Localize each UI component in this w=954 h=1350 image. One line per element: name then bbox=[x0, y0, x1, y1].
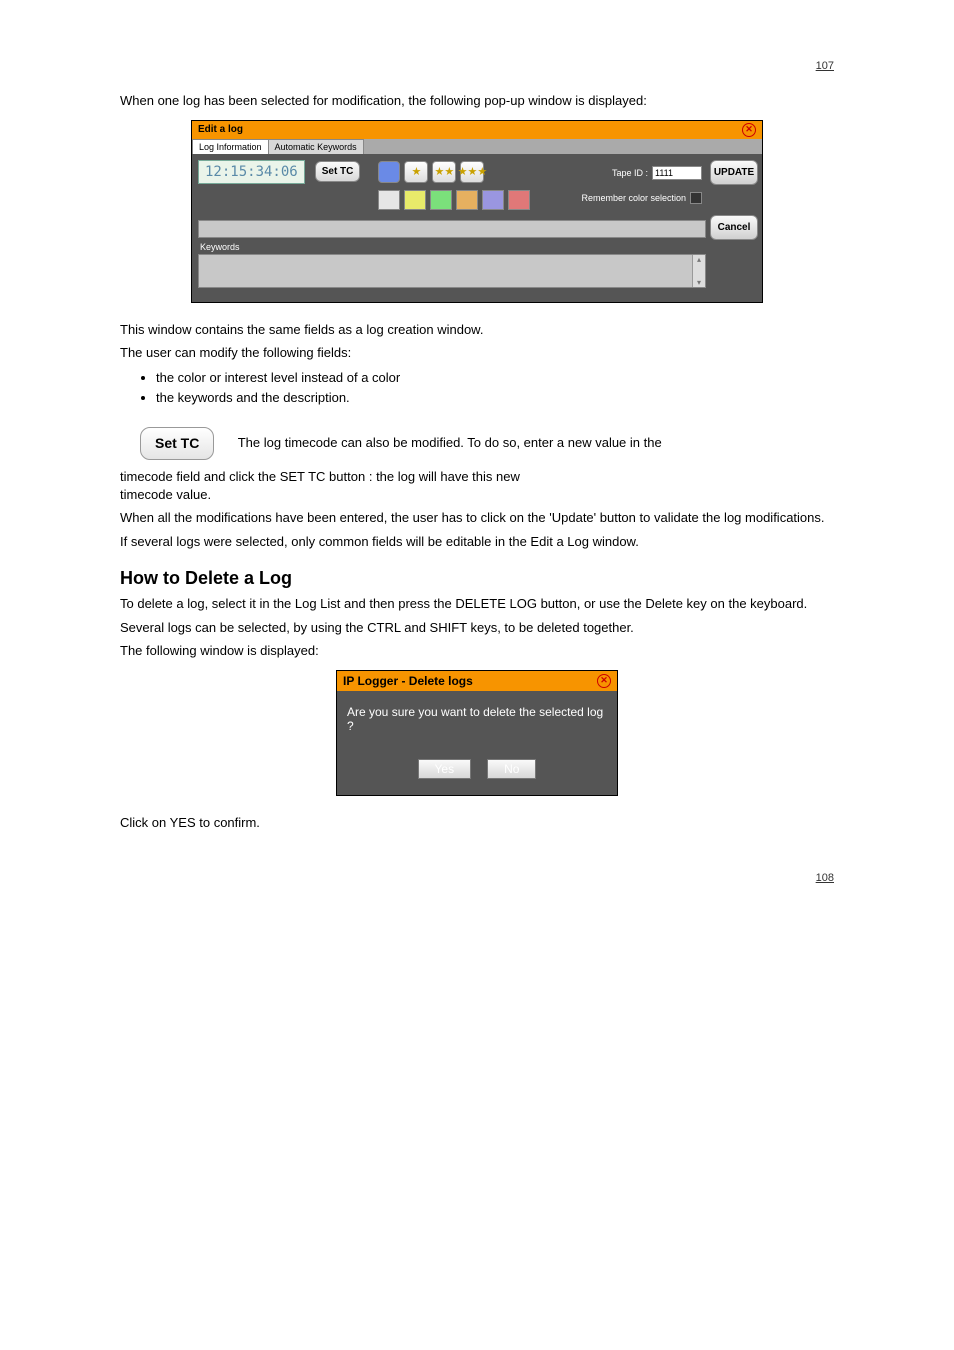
color-swatch[interactable] bbox=[430, 190, 452, 210]
tape-id-input[interactable] bbox=[652, 166, 702, 180]
keywords-label: Keywords bbox=[200, 242, 240, 252]
body-text: : the log will have this new bbox=[369, 469, 520, 484]
body-text: The user can modify the following fields… bbox=[120, 344, 834, 362]
tab-automatic-keywords[interactable]: Automatic Keywords bbox=[268, 139, 364, 154]
description-input[interactable] bbox=[198, 220, 706, 238]
update-button[interactable]: UPDATE bbox=[710, 160, 758, 185]
interest-2-star-icon[interactable]: ★★ bbox=[432, 161, 456, 183]
interest-1-star-icon[interactable]: ★ bbox=[404, 161, 428, 183]
heading-delete: How to Delete a Log bbox=[120, 568, 834, 589]
body-text: Several logs can be selected, by using t… bbox=[120, 619, 834, 637]
dialog-title: IP Logger - Delete logs bbox=[343, 674, 473, 688]
window-title: Edit a log bbox=[198, 124, 243, 135]
keywords-textarea[interactable]: ▴▾ bbox=[198, 254, 706, 288]
window-titlebar: Edit a log ✕ bbox=[192, 121, 762, 139]
settc-paragraph: Set TC The log timecode can also be modi… bbox=[120, 419, 834, 503]
close-icon[interactable]: ✕ bbox=[742, 123, 756, 137]
remember-checkbox[interactable] bbox=[690, 192, 702, 204]
close-icon[interactable]: ✕ bbox=[597, 674, 611, 688]
tape-id-row: Tape ID : bbox=[612, 166, 702, 180]
no-button[interactable]: No bbox=[487, 759, 536, 779]
scrollbar[interactable]: ▴▾ bbox=[692, 255, 705, 287]
tab-log-information[interactable]: Log Information bbox=[192, 139, 269, 154]
scroll-down-icon[interactable]: ▾ bbox=[697, 278, 701, 287]
list-item: the keywords and the description. bbox=[156, 388, 834, 409]
body-text: The following window is displayed: bbox=[120, 642, 834, 660]
page-number-top: 107 bbox=[120, 60, 834, 72]
dialog-titlebar: IP Logger - Delete logs ✕ bbox=[337, 671, 617, 691]
set-tc-button[interactable]: Set TC bbox=[315, 161, 361, 182]
body-text: If several logs were selected, only comm… bbox=[120, 533, 834, 551]
body-text: This window contains the same fields as … bbox=[120, 321, 834, 339]
tabs: Log Information Automatic Keywords bbox=[192, 139, 762, 154]
bullet-list: the color or interest level instead of a… bbox=[156, 368, 834, 410]
body-text: Click on YES to confirm. bbox=[120, 814, 834, 832]
interest-3-star-icon[interactable]: ★★★ bbox=[460, 161, 484, 183]
body-text: To delete a log, select it in the Log Li… bbox=[120, 595, 834, 613]
color-swatch[interactable] bbox=[378, 190, 400, 210]
color-swatch[interactable] bbox=[456, 190, 478, 210]
body-text: When all the modifications have been ent… bbox=[120, 509, 834, 527]
page-number-bottom: 108 bbox=[120, 872, 834, 884]
timecode-field[interactable]: 12:15:34:06 bbox=[198, 160, 305, 184]
edit-log-window: Edit a log ✕ Log Information Automatic K… bbox=[191, 120, 763, 303]
yes-button[interactable]: Yes bbox=[418, 759, 472, 779]
dialog-message: Are you sure you want to delete the sele… bbox=[347, 705, 607, 733]
body-text: timecode value. bbox=[120, 487, 211, 502]
tape-id-label: Tape ID : bbox=[612, 168, 648, 178]
color-swatch[interactable] bbox=[482, 190, 504, 210]
color-swatch[interactable] bbox=[404, 190, 426, 210]
body-text: timecode field and click the SET TC butt… bbox=[120, 469, 365, 484]
remember-label: Remember color selection bbox=[581, 193, 686, 203]
body-text: The log timecode can also be modified. T… bbox=[238, 435, 662, 450]
color-swatch[interactable] bbox=[508, 190, 530, 210]
cancel-button[interactable]: Cancel bbox=[710, 215, 758, 240]
intro-text: When one log has been selected for modif… bbox=[120, 92, 834, 110]
remember-row: Remember color selection bbox=[581, 192, 702, 204]
scroll-up-icon[interactable]: ▴ bbox=[697, 255, 701, 264]
color-swatch-row bbox=[378, 190, 530, 210]
color-swatch-blue[interactable] bbox=[378, 161, 400, 183]
window-body: 12:15:34:06 Set TC ★ ★★ ★★★ Tape ID : bbox=[192, 154, 762, 302]
delete-dialog: IP Logger - Delete logs ✕ Are you sure y… bbox=[336, 670, 618, 796]
set-tc-button-sample: Set TC bbox=[140, 427, 214, 460]
list-item: the color or interest level instead of a… bbox=[156, 368, 834, 389]
